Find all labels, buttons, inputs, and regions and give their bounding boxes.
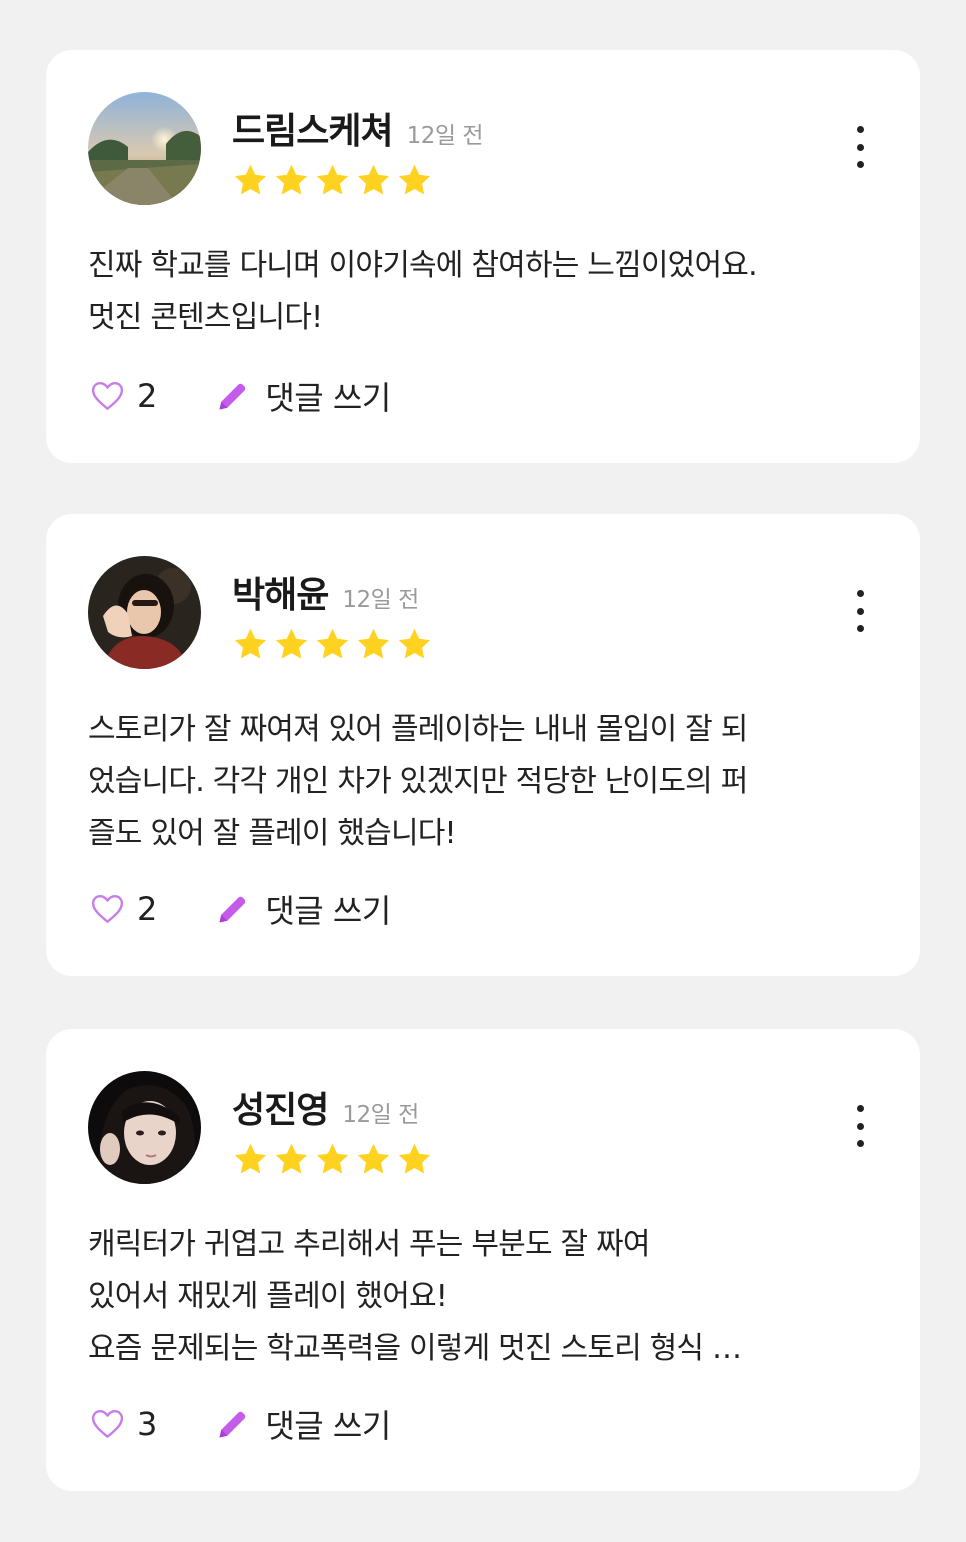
review-author[interactable]: 박해윤 12일 전 — [232, 566, 419, 618]
pencil-icon — [215, 891, 251, 927]
review-author[interactable]: 성진영 12일 전 — [232, 1081, 419, 1133]
like-count: 3 — [137, 1405, 158, 1443]
write-comment-button[interactable]: 댓글 쓰기 — [215, 886, 391, 932]
review-actions: 2 댓글 쓰기 — [90, 373, 391, 419]
rating-stars — [232, 626, 433, 663]
star-icon — [314, 162, 351, 199]
like-count: 2 — [137, 377, 158, 415]
more-options-button[interactable] — [848, 122, 872, 172]
star-icon — [396, 162, 433, 199]
review-author[interactable]: 드림스케쳐 12일 전 — [232, 102, 484, 154]
more-vertical-icon — [856, 590, 864, 597]
star-icon — [355, 626, 392, 663]
star-icon — [232, 1141, 269, 1178]
review-text-line: 캐릭터가 귀엽고 추리해서 푸는 부분도 잘 짜여 — [88, 1227, 650, 1262]
star-icon — [314, 626, 351, 663]
review-text-line: 진짜 학교를 다니며 이야기속에 참여하는 느낌이었어요. — [88, 248, 758, 283]
star-icon — [355, 1141, 392, 1178]
review-text-line: 즐도 있어 잘 플레이 했습니다! — [88, 816, 457, 851]
write-comment-label: 댓글 쓰기 — [265, 892, 391, 930]
write-comment-label: 댓글 쓰기 — [265, 379, 391, 417]
avatar[interactable] — [88, 556, 201, 669]
star-icon — [396, 626, 433, 663]
review-actions: 2 댓글 쓰기 — [90, 886, 391, 932]
more-vertical-icon — [856, 126, 864, 133]
review-text-line: 있어서 재밌게 플레이 했어요! — [88, 1279, 448, 1314]
star-icon — [232, 626, 269, 663]
review-text: 스토리가 잘 짜여져 있어 플레이하는 내내 몰입이 잘 되 었습니다. 각각 … — [88, 704, 878, 860]
heart-outline-icon — [90, 893, 125, 925]
review-text-line: 었습니다. 각각 개인 차가 있겠지만 적당한 난이도의 퍼 — [88, 764, 748, 799]
review-card: 드림스케쳐 12일 전 진짜 학교를 다니며 이야기속에 참여하는 느낌이었어요.… — [46, 50, 920, 463]
like-button[interactable]: 3 — [90, 1405, 157, 1443]
star-icon — [273, 162, 310, 199]
star-icon — [314, 1141, 351, 1178]
pencil-icon — [215, 378, 251, 414]
review-time: 12일 전 — [342, 587, 419, 613]
avatar[interactable] — [88, 1071, 201, 1184]
review-text-line: 스토리가 잘 짜여져 있어 플레이하는 내내 몰입이 잘 되 — [88, 712, 748, 747]
more-options-button[interactable] — [848, 586, 872, 636]
review-time: 12일 전 — [342, 1102, 419, 1128]
like-button[interactable]: 2 — [90, 377, 157, 415]
like-button[interactable]: 2 — [90, 890, 157, 928]
write-comment-label: 댓글 쓰기 — [265, 1407, 391, 1445]
review-time: 12일 전 — [406, 123, 484, 149]
star-icon — [232, 162, 269, 199]
review-card: 성진영 12일 전 캐릭터가 귀엽고 추리해서 푸는 부분도 잘 짜여 있어서 재… — [46, 1029, 920, 1491]
star-icon — [396, 1141, 433, 1178]
heart-outline-icon — [90, 1408, 125, 1440]
review-card: 박해윤 12일 전 스토리가 잘 짜여져 있어 플레이하는 내내 몰입이 잘 되 … — [46, 514, 920, 976]
pencil-icon — [215, 1406, 251, 1442]
rating-stars — [232, 1141, 433, 1178]
more-options-button[interactable] — [848, 1101, 872, 1151]
review-actions: 3 댓글 쓰기 — [90, 1401, 391, 1447]
heart-outline-icon — [90, 380, 125, 412]
review-text[interactable]: 캐릭터가 귀엽고 추리해서 푸는 부분도 잘 짜여 있어서 재밌게 플레이 했어… — [88, 1219, 878, 1375]
star-icon — [355, 162, 392, 199]
write-comment-button[interactable]: 댓글 쓰기 — [215, 373, 391, 419]
review-text-line: 요즘 문제되는 학교폭력을 이렇게 멋진 스토리 형식 … — [88, 1331, 742, 1366]
review-feed: 드림스케쳐 12일 전 진짜 학교를 다니며 이야기속에 참여하는 느낌이었어요.… — [0, 0, 966, 1542]
write-comment-button[interactable]: 댓글 쓰기 — [215, 1401, 391, 1447]
review-text-line: 멋진 콘텐츠입니다! — [88, 300, 323, 335]
rating-stars — [232, 162, 433, 199]
like-count: 2 — [137, 890, 158, 928]
avatar[interactable] — [88, 92, 201, 205]
review-text: 진짜 학교를 다니며 이야기속에 참여하는 느낌이었어요. 멋진 콘텐츠입니다! — [88, 240, 878, 344]
star-icon — [273, 1141, 310, 1178]
star-icon — [273, 626, 310, 663]
more-vertical-icon — [856, 1105, 864, 1112]
